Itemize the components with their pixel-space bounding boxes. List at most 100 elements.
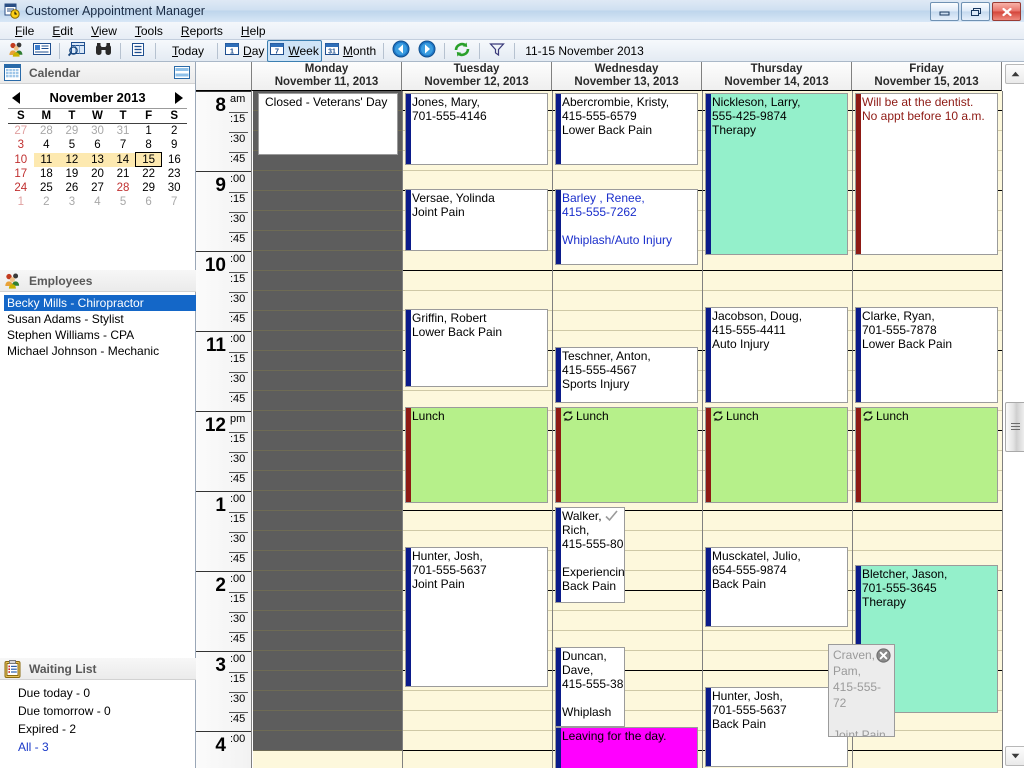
day-column-header[interactable]: WednesdayNovember 13, 2013 bbox=[552, 62, 702, 91]
menu-reports[interactable]: Reports bbox=[172, 23, 232, 39]
time-slot[interactable] bbox=[253, 571, 402, 591]
minimize-button[interactable] bbox=[930, 2, 959, 21]
time-slot[interactable] bbox=[253, 271, 402, 291]
waiting-list-item[interactable]: Expired - 2 bbox=[18, 720, 196, 738]
mini-calendar-day[interactable]: 1 bbox=[8, 195, 34, 209]
time-slot[interactable] bbox=[253, 291, 402, 311]
time-slot[interactable] bbox=[253, 591, 402, 611]
time-slot[interactable] bbox=[253, 611, 402, 631]
waiting-list-item[interactable]: Due today - 0 bbox=[18, 684, 196, 702]
time-slot[interactable] bbox=[553, 171, 702, 191]
appointment-block[interactable]: Lunch bbox=[855, 407, 998, 503]
next-period-button[interactable] bbox=[414, 40, 440, 62]
mini-calendar-day[interactable]: 30 bbox=[85, 124, 111, 139]
day-column-header[interactable]: FridayNovember 15, 2013 bbox=[852, 62, 1002, 91]
time-slot[interactable] bbox=[403, 691, 552, 711]
appointment-block[interactable]: Griffin, RobertLower Back Pain bbox=[405, 309, 548, 387]
sidebar-waiting-list-header[interactable]: Waiting List bbox=[0, 658, 196, 680]
time-slot[interactable] bbox=[253, 731, 402, 751]
sidebar-calendar-header[interactable]: Calendar bbox=[0, 62, 195, 84]
scroll-up-icon[interactable] bbox=[1005, 64, 1024, 84]
mini-calendar-day[interactable]: 14 bbox=[110, 153, 136, 167]
employee-list-item[interactable]: Stephen Williams - CPA bbox=[4, 327, 196, 343]
menu-edit[interactable]: Edit bbox=[43, 23, 82, 39]
find-appointment-button[interactable] bbox=[64, 40, 90, 62]
time-slot[interactable] bbox=[253, 711, 402, 731]
mini-calendar-day[interactable]: 24 bbox=[8, 181, 34, 195]
calendar-vertical-scrollbar[interactable] bbox=[1003, 62, 1024, 768]
close-button[interactable] bbox=[992, 2, 1021, 21]
appointment-block[interactable]: Lunch bbox=[405, 407, 548, 503]
drag-ghost-appointment[interactable]: Craven,Pam,415-555-72 Joint Pain bbox=[828, 644, 895, 737]
mini-calendar-day[interactable]: 9 bbox=[161, 138, 187, 153]
mini-calendar-day[interactable]: 1 bbox=[136, 124, 162, 139]
mini-calendar-day[interactable]: 29 bbox=[59, 124, 85, 139]
time-slot[interactable] bbox=[403, 291, 552, 311]
mini-calendar-day[interactable]: 6 bbox=[136, 195, 162, 209]
waiting-list-item[interactable]: All - 3 bbox=[18, 738, 196, 756]
month-view-button[interactable]: 31 Month bbox=[322, 40, 379, 62]
day-column-header[interactable]: MondayNovember 11, 2013 bbox=[252, 62, 402, 91]
panel-collapse-icon[interactable] bbox=[174, 66, 190, 79]
appointment-block[interactable]: Versae, YolindaJoint Pain bbox=[405, 189, 548, 251]
time-slot[interactable] bbox=[253, 411, 402, 431]
appointment-block[interactable]: Hunter, Josh,701-555-5637Joint Pain bbox=[405, 547, 548, 687]
filter-button[interactable] bbox=[484, 40, 510, 62]
time-slot[interactable] bbox=[403, 171, 552, 191]
week-view-button[interactable]: 7 Week bbox=[267, 40, 321, 62]
refresh-button[interactable] bbox=[449, 40, 475, 62]
time-slot[interactable] bbox=[253, 251, 402, 271]
time-slot[interactable] bbox=[253, 231, 402, 251]
time-slot[interactable] bbox=[553, 271, 702, 291]
time-slot[interactable] bbox=[253, 491, 402, 511]
time-slot[interactable] bbox=[853, 271, 1002, 291]
menu-tools[interactable]: Tools bbox=[126, 23, 172, 39]
time-slot[interactable] bbox=[253, 171, 402, 191]
appointment-block[interactable]: Abercrombie, Kristy,415-555-6579Lower Ba… bbox=[555, 93, 698, 165]
mini-calendar-day[interactable]: 7 bbox=[161, 195, 187, 209]
day-column-header[interactable]: ThursdayNovember 14, 2013 bbox=[702, 62, 852, 91]
mini-calendar-day[interactable]: 4 bbox=[34, 138, 60, 153]
menu-view[interactable]: View bbox=[82, 23, 126, 39]
mini-calendar-day[interactable]: 19 bbox=[59, 167, 85, 182]
mini-calendar-day[interactable]: 16 bbox=[161, 153, 187, 167]
mini-calendar-day[interactable]: 29 bbox=[136, 181, 162, 195]
appointment-block[interactable]: Walker,Rich,415-555-80 ExperiencinBack P… bbox=[555, 507, 625, 603]
time-slot[interactable] bbox=[253, 551, 402, 571]
time-slot[interactable] bbox=[253, 351, 402, 371]
time-slot[interactable] bbox=[553, 611, 702, 631]
employee-list-item[interactable]: Michael Johnson - Mechanic bbox=[4, 343, 196, 359]
appointment-block[interactable]: Teschner, Anton,415-555-4567Sports Injur… bbox=[555, 347, 698, 403]
appointment-block[interactable]: Barley , Renee,415-555-7262 Whiplash/Aut… bbox=[555, 189, 698, 265]
mini-calendar-day[interactable]: 26 bbox=[59, 181, 85, 195]
time-slot[interactable] bbox=[703, 511, 852, 531]
time-slot[interactable] bbox=[253, 451, 402, 471]
mini-calendar-day[interactable]: 3 bbox=[8, 138, 34, 153]
time-slot[interactable] bbox=[403, 251, 552, 271]
mini-calendar-day[interactable]: 2 bbox=[34, 195, 60, 209]
time-slot[interactable] bbox=[553, 291, 702, 311]
appointment-block[interactable]: Closed - Veterans' Day bbox=[258, 93, 398, 155]
appointment-block[interactable]: Leaving for the day. bbox=[555, 727, 698, 768]
mini-calendar-day[interactable]: 6 bbox=[85, 138, 111, 153]
time-slot[interactable] bbox=[403, 271, 552, 291]
mini-calendar-day[interactable]: 18 bbox=[34, 167, 60, 182]
employee-list-item[interactable]: Susan Adams - Stylist bbox=[4, 311, 196, 327]
appointment-block[interactable]: Lunch bbox=[555, 407, 698, 503]
mini-calendar-day[interactable]: 13 bbox=[85, 153, 111, 167]
appointment-block[interactable]: Lunch bbox=[705, 407, 848, 503]
time-slot[interactable] bbox=[703, 271, 852, 291]
time-slot[interactable] bbox=[253, 531, 402, 551]
time-slot[interactable] bbox=[553, 311, 702, 331]
today-button[interactable]: Today bbox=[160, 40, 213, 62]
appointment-block[interactable]: Duncan,Dave,415-555-38 Whiplash bbox=[555, 647, 625, 727]
day-column[interactable] bbox=[253, 91, 403, 768]
mini-calendar-day[interactable]: 20 bbox=[85, 167, 111, 182]
appointment-block[interactable]: Jacobson, Doug,415-555-4411Auto Injury bbox=[705, 307, 848, 403]
mini-calendar-day[interactable]: 15 bbox=[136, 153, 162, 167]
mini-calendar-day[interactable]: 23 bbox=[161, 167, 187, 182]
mini-calendar-day[interactable]: 4 bbox=[85, 195, 111, 209]
mini-calendar-day[interactable]: 3 bbox=[59, 195, 85, 209]
contact-card-button[interactable] bbox=[29, 40, 55, 62]
restore-button[interactable] bbox=[961, 2, 990, 21]
